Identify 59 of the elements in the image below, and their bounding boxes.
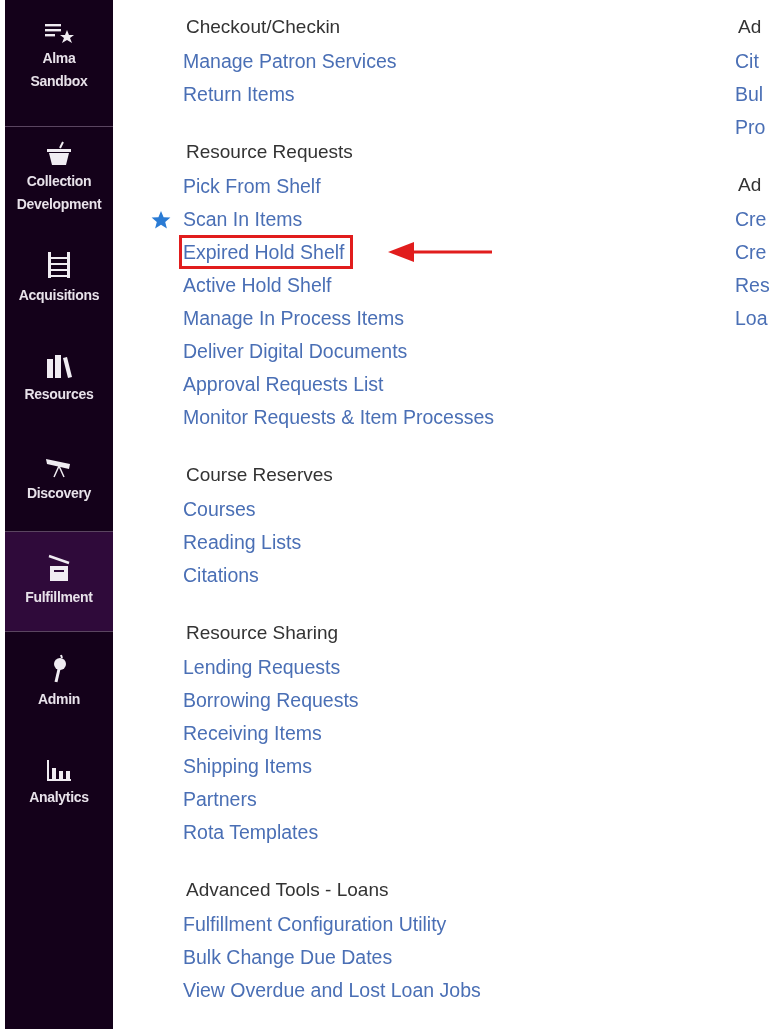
menu-link[interactable]: Reading Lists (183, 528, 302, 555)
section-heading: Course Reserves (185, 463, 334, 487)
menu-link[interactable]: Pro (735, 113, 766, 140)
menu-link[interactable]: Borrowing Requests (183, 686, 359, 713)
section-heading: Advanced Tools - Loans (185, 878, 390, 902)
sidebar-item[interactable]: Alma Sandbox (5, 0, 113, 127)
menu-link[interactable]: Deliver Digital Documents (183, 337, 408, 364)
menu-link[interactable]: View Overdue and Lost Loan Jobs (183, 976, 481, 1003)
sidebar-label: Discovery (25, 484, 93, 503)
menu-link[interactable]: Rota Templates (183, 818, 319, 845)
sidebar-label: Admin (36, 690, 82, 709)
menu-link[interactable]: Manage Patron Services (183, 47, 397, 74)
sidebar-label: Collection Development (15, 171, 103, 214)
menu-link[interactable]: Approval Requests List (183, 370, 384, 397)
bar-chart-icon (45, 758, 73, 782)
menu-link[interactable]: Scan In Items (183, 205, 303, 232)
menu-link[interactable]: Cre (735, 238, 767, 265)
arrow-icon (388, 241, 492, 263)
menu-link[interactable]: Lending Requests (183, 653, 341, 680)
menu-link[interactable]: Citations (183, 561, 259, 588)
menu-link[interactable]: Cre (735, 205, 767, 232)
menu-link[interactable]: Fulfillment Configuration Utility (183, 910, 447, 937)
menu-link[interactable]: Cit (735, 47, 759, 74)
abacus-icon (45, 250, 73, 280)
menu-link[interactable]: Manage In Process Items (183, 304, 405, 331)
star-icon[interactable] (151, 210, 171, 230)
basket-icon (45, 139, 73, 166)
menu-link[interactable]: Receiving Items (183, 719, 322, 746)
menu-link[interactable]: Monitor Requests & Item Processes (183, 403, 495, 430)
section-heading: Ad (737, 173, 763, 197)
section-heading: Ad (737, 15, 763, 39)
section-heading: Resource Requests (185, 140, 354, 164)
sidebar-label: Acquisitions (17, 286, 101, 305)
sidebar-item[interactable]: Admin (5, 632, 113, 733)
menu-link[interactable]: Res (735, 271, 770, 298)
sidebar-item[interactable]: Acquisitions (5, 228, 113, 329)
books-icon (45, 353, 73, 379)
menu-link[interactable]: Return Items (183, 80, 295, 107)
sidebar-label: Alma Sandbox (29, 49, 89, 91)
menu-link[interactable]: Courses (183, 495, 256, 522)
menu-link[interactable]: Bul (735, 80, 764, 107)
sidebar-item[interactable]: Resources (5, 329, 113, 430)
menu-link[interactable]: Shipping Items (183, 752, 312, 779)
sidebar-item[interactable]: Fulfillment (5, 531, 113, 632)
box-icon (46, 554, 72, 582)
section-heading: Resource Sharing (185, 621, 340, 645)
sidebar-label: Resources (23, 385, 95, 404)
menu-link[interactable]: Partners (183, 785, 257, 812)
sidebar-item[interactable]: Discovery (5, 430, 113, 531)
section-heading: Checkout/Checkin (185, 15, 342, 39)
sidebar-item[interactable]: Collection Development (5, 127, 113, 228)
sidebar-label: Analytics (28, 788, 90, 807)
menu-link[interactable]: Pick From Shelf (183, 172, 321, 199)
menu-link[interactable]: Bulk Change Due Dates (183, 943, 393, 970)
sidebar-label: Fulfillment (24, 588, 94, 607)
sidebar-item[interactable]: Analytics (5, 733, 113, 834)
menu-link[interactable]: Active Hold Shelf (183, 271, 332, 298)
menu-link[interactable]: Loa (735, 304, 768, 331)
list-star-icon (43, 21, 75, 43)
